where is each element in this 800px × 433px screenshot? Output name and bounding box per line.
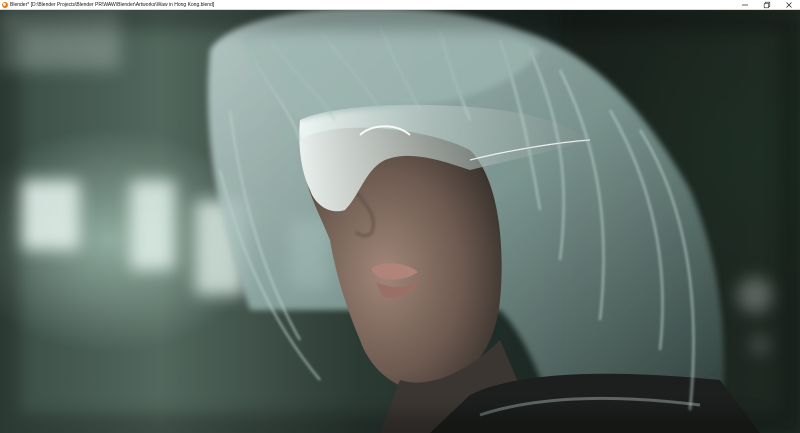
window-controls (734, 0, 800, 10)
restore-icon (763, 1, 771, 8)
close-button[interactable] (778, 0, 800, 10)
minimize-button[interactable] (734, 0, 756, 10)
window-title: Blender* [D:\Blender Projects\Blender PR… (10, 1, 215, 8)
minimize-icon (742, 4, 748, 5)
rendered-image (0, 10, 800, 433)
restore-button[interactable] (756, 0, 778, 10)
render-viewport[interactable] (0, 10, 800, 433)
blender-logo-icon (2, 1, 8, 8)
close-icon (786, 1, 792, 8)
blender-window: Blender* [D:\Blender Projects\Blender PR… (0, 0, 800, 433)
title-bar[interactable]: Blender* [D:\Blender Projects\Blender PR… (0, 0, 800, 10)
